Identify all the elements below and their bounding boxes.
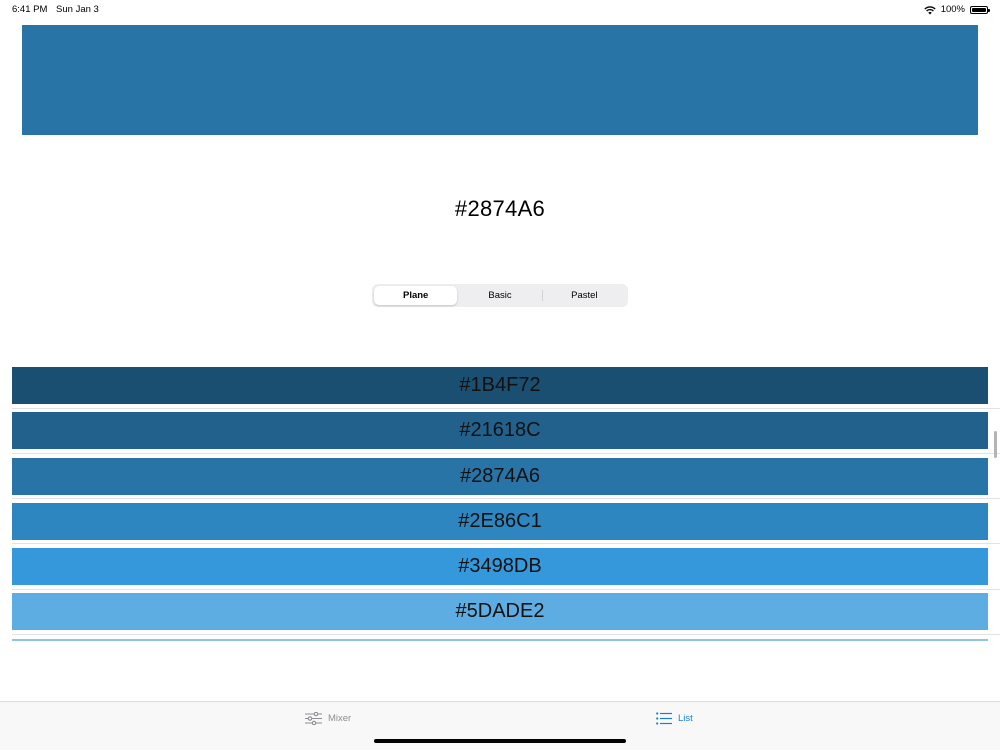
color-row[interactable]: #2E86C1	[0, 502, 1000, 548]
tab-list[interactable]: List	[656, 712, 693, 725]
row-separator	[12, 543, 1000, 545]
wifi-icon	[924, 5, 936, 14]
tab-mixer[interactable]: Mixer	[305, 712, 351, 725]
color-swatch[interactable]: #5DADE2	[12, 593, 988, 631]
partial-color-row	[12, 639, 988, 641]
color-swatch[interactable]: #2874A6	[12, 457, 988, 495]
sliders-icon	[305, 712, 322, 725]
color-swatch[interactable]: #3498DB	[12, 548, 988, 586]
status-time: 6:41 PM	[12, 4, 48, 15]
color-list: #1B4F72 #21618C #2874A6 #2E86C1 #3498DB …	[0, 367, 1000, 639]
selected-color-hex: #2874A6	[454, 196, 546, 221]
status-date: Sun Jan 3	[56, 4, 99, 15]
color-swatch[interactable]: #1B4F72	[12, 367, 988, 404]
color-swatch[interactable]: #21618C	[12, 412, 988, 450]
battery-fill	[972, 8, 986, 12]
color-row[interactable]: #5DADE2	[0, 593, 1000, 638]
tab-list-label: List	[678, 713, 693, 724]
palette-segmented-control: Plane Basic Pastel	[372, 284, 628, 307]
list-icon	[656, 712, 672, 725]
color-row[interactable]: #1B4F72	[0, 367, 1000, 412]
app-screen: 6:41 PM Sun Jan 3 100% #2874A6 Plane Bas…	[0, 0, 1000, 750]
color-swatch[interactable]: #2E86C1	[12, 502, 988, 540]
segment-pastel[interactable]: Pastel	[543, 286, 626, 305]
row-separator	[12, 633, 1000, 635]
row-separator	[12, 407, 1000, 409]
status-right: 100%	[924, 0, 990, 20]
row-separator	[12, 452, 1000, 454]
color-row[interactable]: #21618C	[0, 412, 1000, 457]
segment-plane[interactable]: Plane	[374, 286, 458, 305]
status-left: 6:41 PM Sun Jan 3	[12, 0, 105, 20]
color-preview-swatch	[22, 25, 978, 135]
segment-basic[interactable]: Basic	[458, 286, 541, 305]
tab-mixer-label: Mixer	[328, 713, 352, 724]
battery-percent: 100%	[940, 4, 965, 15]
home-indicator	[374, 739, 626, 743]
battery-icon	[970, 6, 990, 14]
color-row[interactable]: #3498DB	[0, 548, 1000, 593]
color-row[interactable]: #2874A6	[0, 457, 1000, 503]
scrollbar[interactable]	[994, 431, 997, 458]
row-separator	[12, 498, 1000, 500]
row-separator	[12, 588, 1000, 590]
status-bar: 6:41 PM Sun Jan 3 100%	[0, 0, 1000, 20]
